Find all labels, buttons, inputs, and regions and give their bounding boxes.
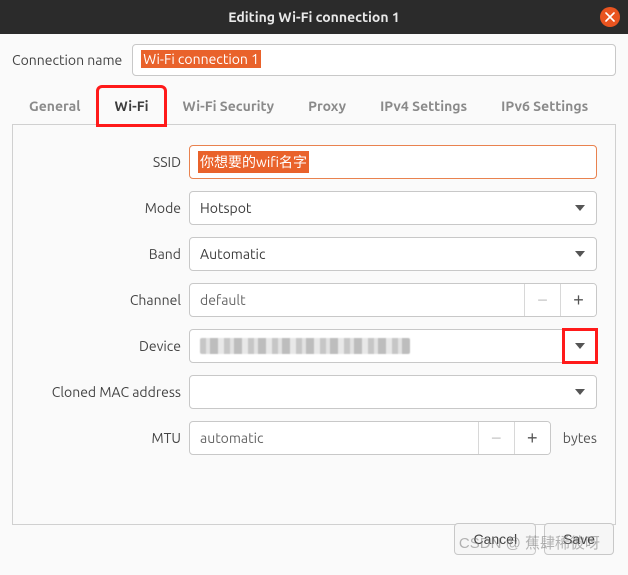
- tab-ipv6-settings[interactable]: IPv6 Settings: [484, 87, 605, 125]
- connection-name-input[interactable]: Wi-Fi connection 1: [132, 44, 616, 76]
- mtu-increment-button[interactable]: +: [514, 422, 550, 454]
- channel-value: default: [190, 284, 524, 316]
- cancel-button[interactable]: Cancel: [454, 523, 536, 555]
- channel-stepper[interactable]: default − +: [189, 283, 597, 317]
- connection-name-label: Connection name: [12, 52, 122, 68]
- tab-proxy[interactable]: Proxy: [291, 87, 363, 125]
- cloned-mac-label: Cloned MAC address: [31, 384, 181, 400]
- ssid-input[interactable]: 你想要的wifi名字: [189, 145, 597, 179]
- mtu-decrement-button[interactable]: −: [478, 422, 514, 454]
- tab-wifi[interactable]: Wi-Fi: [98, 87, 166, 125]
- channel-decrement-button[interactable]: −: [524, 284, 560, 316]
- save-button[interactable]: Save: [544, 523, 614, 555]
- close-button[interactable]: [600, 7, 620, 27]
- chevron-down-icon[interactable]: [564, 330, 596, 362]
- tabbar: General Wi-Fi Wi-Fi Security Proxy IPv4 …: [12, 86, 616, 125]
- chevron-down-icon: [564, 192, 596, 224]
- band-select[interactable]: Automatic: [189, 237, 597, 271]
- tab-ipv4-settings[interactable]: IPv4 Settings: [363, 87, 484, 125]
- band-value: Automatic: [200, 246, 265, 262]
- mtu-value: automatic: [190, 422, 478, 454]
- mode-label: Mode: [31, 200, 181, 216]
- ssid-label: SSID: [31, 154, 181, 170]
- cloned-mac-select[interactable]: [189, 375, 597, 409]
- window-title: Editing Wi-Fi connection 1: [228, 9, 400, 25]
- mtu-label: MTU: [31, 430, 181, 446]
- mtu-stepper[interactable]: automatic − +: [189, 421, 551, 455]
- connection-name-value: Wi-Fi connection 1: [141, 50, 261, 68]
- chevron-down-icon: [564, 238, 596, 270]
- titlebar: Editing Wi-Fi connection 1: [0, 0, 628, 34]
- connection-name-row: Connection name Wi-Fi connection 1: [12, 44, 616, 76]
- channel-label: Channel: [31, 292, 181, 308]
- device-value-redacted: [200, 338, 410, 354]
- dialog-buttons: Cancel Save: [454, 523, 614, 555]
- mode-value: Hotspot: [200, 200, 251, 216]
- dialog-body: Connection name Wi-Fi connection 1 Gener…: [0, 34, 628, 525]
- band-label: Band: [31, 246, 181, 262]
- ssid-value: 你想要的wifi名字: [198, 151, 309, 173]
- mtu-unit: bytes: [559, 430, 597, 446]
- close-icon: [605, 12, 615, 22]
- tab-general[interactable]: General: [12, 87, 98, 125]
- tab-wifi-security[interactable]: Wi-Fi Security: [165, 87, 291, 125]
- chevron-down-icon: [564, 376, 596, 408]
- wifi-form: SSID 你想要的wifi名字 Mode Hotspot Band Automa…: [31, 145, 597, 455]
- wifi-tab-content: SSID 你想要的wifi名字 Mode Hotspot Band Automa…: [12, 125, 616, 525]
- mode-select[interactable]: Hotspot: [189, 191, 597, 225]
- channel-increment-button[interactable]: +: [560, 284, 596, 316]
- device-select[interactable]: [189, 329, 597, 363]
- device-label: Device: [31, 338, 181, 354]
